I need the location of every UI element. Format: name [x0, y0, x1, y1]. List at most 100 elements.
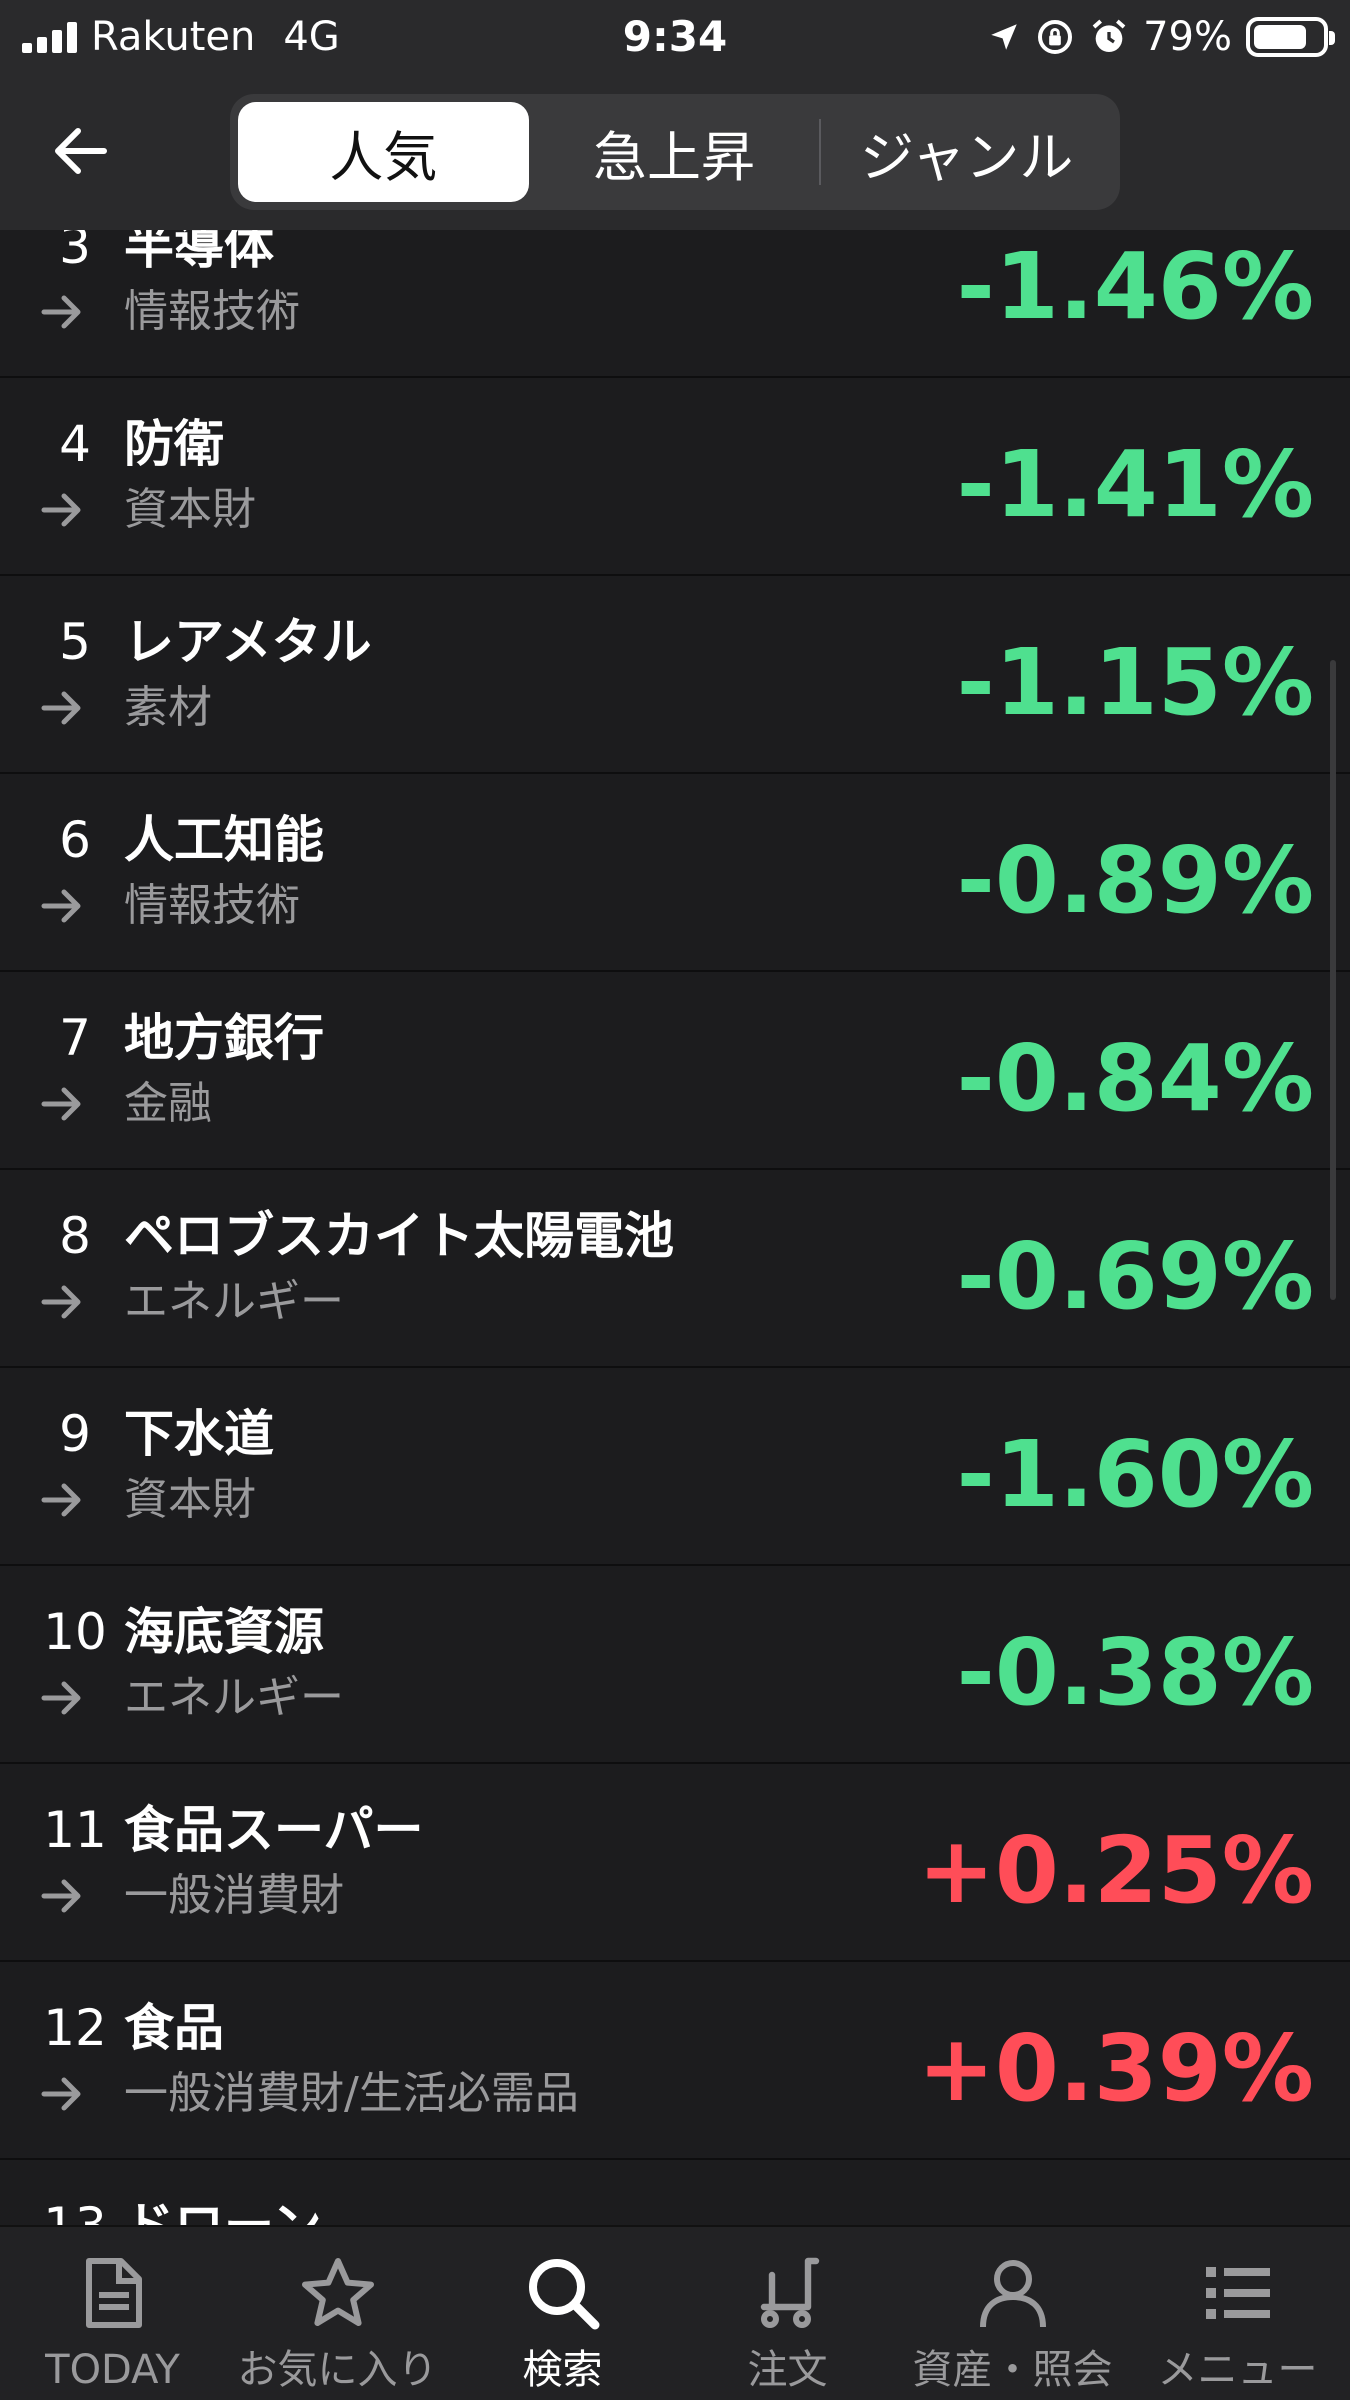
- list-item[interactable]: 3 半導体情報技術 -1.46%: [0, 230, 1350, 378]
- change-percent: -1.46%: [956, 233, 1314, 340]
- battery-icon: [1246, 17, 1335, 57]
- theme-name: 半導体: [124, 230, 274, 275]
- list-item[interactable]: 5 レアメタル素材 -1.15%: [0, 576, 1350, 774]
- sector-label: 一般消費財/生活必需品: [124, 2068, 579, 2119]
- battery-percent: 79%: [1143, 14, 1232, 60]
- tab-trending[interactable]: 急上昇: [529, 102, 820, 202]
- tab-label: メニュー: [1157, 2347, 1318, 2393]
- theme-name: ドローン: [124, 2196, 322, 2225]
- ranking-list-content: 3 半導体情報技術 -1.46% 4 防衛資本財 -1.41% 5 レアメタル素材 -1.15%…: [0, 230, 1350, 2225]
- sector-label: 資本財: [124, 484, 256, 535]
- arrow-right-icon: [41, 889, 81, 923]
- rank-number: 4: [59, 415, 91, 473]
- rank-number: 5: [59, 613, 91, 671]
- list-item[interactable]: 7 地方銀行金融 -0.84%: [0, 972, 1350, 1170]
- rank-number: 12: [43, 1999, 107, 2057]
- list-item[interactable]: 13ドローン: [0, 2160, 1350, 2225]
- tab-assets[interactable]: 資産・照会: [900, 2227, 1125, 2400]
- theme-name: 食品スーパー: [124, 1801, 424, 1859]
- tab-favorites[interactable]: お気に入り: [225, 2227, 450, 2400]
- list-item[interactable]: 10 海底資源エネルギー -0.38%: [0, 1566, 1350, 1764]
- theme-name: 防衛: [124, 415, 224, 473]
- list-item[interactable]: 12 食品一般消費財/生活必需品 +0.39%: [0, 1962, 1350, 2160]
- theme-name: 海底資源: [124, 1603, 324, 1661]
- person-icon: [979, 2260, 1046, 2328]
- arrow-right-icon: [41, 1285, 81, 1319]
- list-item[interactable]: 9 下水道資本財 -1.60%: [0, 1368, 1350, 1566]
- list-icon: [1205, 2267, 1270, 2319]
- arrow-right-icon: [41, 493, 81, 527]
- arrow-right-icon: [41, 1879, 81, 1913]
- rank-number: 6: [59, 811, 91, 869]
- scroll-indicator: [1330, 660, 1336, 1300]
- tab-order[interactable]: 注文: [675, 2227, 900, 2400]
- tab-label: 資産・照会: [912, 2347, 1113, 2393]
- arrow-right-icon: [41, 1087, 81, 1121]
- arrow-right-icon: [41, 691, 81, 725]
- theme-name: 地方銀行: [124, 1009, 324, 1067]
- rank-number: 7: [59, 1009, 91, 1067]
- change-percent: +0.39%: [917, 2015, 1314, 2122]
- rank-number: 10: [43, 1603, 107, 1661]
- ranking-list[interactable]: 3 半導体情報技術 -1.46% 4 防衛資本財 -1.41% 5 レアメタル素材 -1.15%…: [0, 230, 1350, 2225]
- arrow-right-icon: [41, 1681, 81, 1715]
- rank-number: 11: [43, 1801, 107, 1859]
- change-percent: -1.60%: [956, 1421, 1314, 1528]
- tab-genre[interactable]: ジャンル: [821, 102, 1112, 202]
- sector-label: 資本財: [124, 1474, 256, 1525]
- sector-label: 情報技術: [124, 286, 300, 337]
- sector-label: 一般消費財: [124, 1870, 344, 1921]
- list-item[interactable]: 11 食品スーパー一般消費財 +0.25%: [0, 1764, 1350, 1962]
- alarm-icon: [1092, 19, 1126, 52]
- list-item[interactable]: 8 ペロブスカイト太陽電池エネルギー -0.69%: [0, 1170, 1350, 1368]
- change-percent: +0.25%: [917, 1817, 1314, 1924]
- sector-label: 素材: [124, 682, 212, 733]
- change-percent: -0.89%: [956, 827, 1314, 934]
- status-right: 79%: [987, 12, 1335, 62]
- status-bar: Rakuten 4G 9:34 79%: [0, 0, 1350, 78]
- battery-level: [1254, 25, 1307, 49]
- cart-icon: [760, 2257, 819, 2328]
- change-percent: -0.38%: [956, 1619, 1314, 1726]
- change-percent: -1.41%: [956, 431, 1314, 538]
- arrow-right-icon: [41, 1483, 81, 1517]
- tab-menu[interactable]: メニュー: [1125, 2227, 1350, 2400]
- arrow-right-icon: [41, 295, 81, 329]
- back-button[interactable]: [40, 116, 120, 186]
- theme-name: 食品: [124, 1999, 224, 2057]
- tab-today[interactable]: TODAY: [0, 2227, 225, 2400]
- change-percent: -0.69%: [956, 1223, 1314, 1330]
- document-icon: [85, 2258, 142, 2328]
- tab-popular[interactable]: 人気: [238, 102, 529, 202]
- tab-label: 検索: [522, 2347, 603, 2393]
- tab-label: 注文: [747, 2347, 828, 2393]
- list-item[interactable]: 6 人工知能情報技術 -0.89%: [0, 774, 1350, 972]
- change-percent: -0.84%: [956, 1025, 1314, 1132]
- rank-number: 8: [59, 1207, 91, 1265]
- theme-name: 下水道: [124, 1405, 274, 1463]
- bottom-tab-bar: TODAY お気に入り 検索 注文 資産・照会 メニュー: [0, 2225, 1350, 2400]
- sector-label: 金融: [124, 1078, 212, 1129]
- tab-label: お気に入り: [237, 2347, 438, 2393]
- theme-name: レアメタル: [124, 613, 372, 671]
- segmented-control: 人気 急上昇 ジャンル: [230, 94, 1120, 210]
- arrow-left-icon: [55, 128, 107, 174]
- tab-search[interactable]: 検索: [450, 2227, 675, 2400]
- rank-number: 3: [59, 230, 91, 275]
- sector-label: エネルギー: [124, 1672, 344, 1723]
- arrow-right-icon: [41, 2077, 81, 2111]
- list-item[interactable]: 4 防衛資本財 -1.41%: [0, 378, 1350, 576]
- sector-label: 情報技術: [124, 880, 300, 931]
- theme-name: ペロブスカイト太陽電池: [124, 1207, 674, 1265]
- tab-label: TODAY: [45, 2347, 180, 2393]
- location-icon: [991, 24, 1017, 50]
- search-icon: [528, 2259, 599, 2330]
- change-percent: -1.15%: [956, 629, 1314, 736]
- star-icon: [301, 2258, 374, 2326]
- rotation-lock-icon: [1038, 20, 1073, 54]
- rank-number: 13: [30, 2196, 120, 2225]
- rank-number: 9: [59, 1405, 91, 1463]
- theme-name: 人工知能: [124, 811, 324, 869]
- sector-label: エネルギー: [124, 1276, 344, 1327]
- nav-header: 人気 急上昇 ジャンル: [0, 78, 1350, 230]
